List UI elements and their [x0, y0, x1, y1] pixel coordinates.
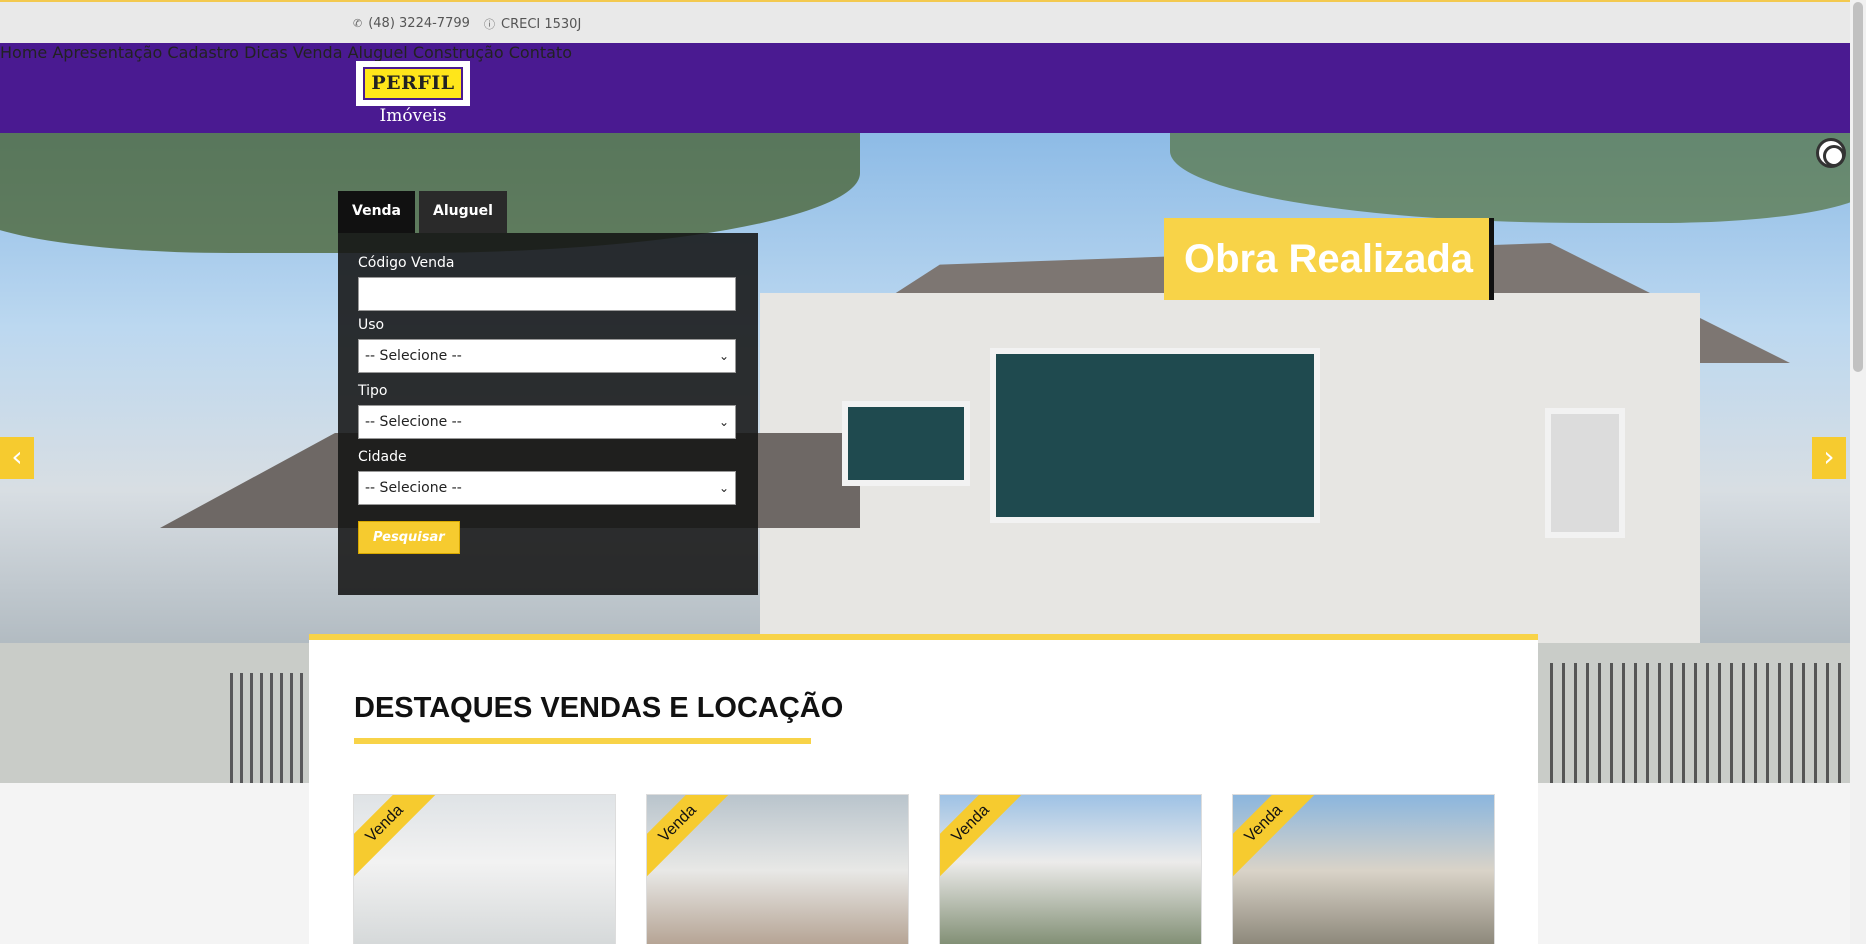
- hero-image-tree: [1170, 133, 1850, 223]
- cidade-selected-value: -- Selecione --: [365, 480, 462, 496]
- slider-prev-button[interactable]: ‹: [0, 437, 34, 479]
- nav-apresentacao[interactable]: Apresentação: [52, 43, 162, 62]
- nav-cadastro[interactable]: Cadastro: [167, 43, 239, 62]
- slider-next-button[interactable]: ›: [1812, 437, 1846, 479]
- tipo-label: Tipo: [358, 383, 388, 399]
- scrollbar-thumb[interactable]: [1853, 2, 1863, 372]
- logo[interactable]: PERFIL: [356, 61, 470, 106]
- hero-image-window: [842, 401, 970, 486]
- uso-label: Uso: [358, 317, 385, 333]
- slider-indicator-icon[interactable]: [1816, 138, 1846, 168]
- search-button[interactable]: Pesquisar: [358, 521, 460, 554]
- site-header: PERFIL Imóveis Home Apresentação Cadastr…: [0, 43, 1850, 133]
- phone-info: ✆ (48) 3224-7799: [353, 16, 470, 31]
- featured-section: DESTAQUES VENDAS E LOCAÇÃO Venda Venda V…: [309, 634, 1538, 944]
- featured-title-underline: [354, 738, 811, 744]
- phone-number: (48) 3224-7799: [368, 16, 470, 31]
- nav-aluguel[interactable]: Aluguel: [348, 43, 408, 62]
- property-card[interactable]: Venda: [939, 794, 1202, 944]
- info-icon: ⓘ: [484, 18, 495, 31]
- hero-image-fence: [1550, 663, 1850, 783]
- tab-aluguel[interactable]: Aluguel: [419, 191, 507, 233]
- hero-image-window: [990, 348, 1320, 523]
- logo-subtitle: Imóveis: [356, 106, 470, 128]
- creci-info: ⓘ CRECI 1530J: [484, 16, 581, 32]
- featured-title: DESTAQUES VENDAS E LOCAÇÃO: [354, 692, 844, 724]
- chevron-down-icon: ⌄: [718, 481, 729, 495]
- property-card[interactable]: Venda: [353, 794, 616, 944]
- nav-contato[interactable]: Contato: [509, 43, 572, 62]
- cidade-select[interactable]: -- Selecione -- ⌄: [358, 471, 736, 505]
- nav-venda[interactable]: Venda: [293, 43, 343, 62]
- top-bar: ✆ (48) 3224-7799 ⓘ CRECI 1530J: [0, 0, 1850, 43]
- tipo-select[interactable]: -- Selecione -- ⌄: [358, 405, 736, 439]
- search-tabs: Venda Aluguel: [338, 191, 507, 233]
- creci-number: CRECI 1530J: [501, 16, 582, 32]
- nav-home[interactable]: Home: [0, 43, 47, 62]
- nav-dicas[interactable]: Dicas: [244, 43, 288, 62]
- nav-construcao[interactable]: Construção: [413, 43, 504, 62]
- page-scrollbar[interactable]: [1850, 0, 1866, 944]
- codigo-venda-input[interactable]: [358, 277, 736, 311]
- chevron-down-icon: ⌄: [718, 349, 729, 363]
- hero-image-window: [1545, 408, 1625, 538]
- chevron-down-icon: ⌄: [718, 415, 729, 429]
- tipo-selected-value: -- Selecione --: [365, 414, 462, 430]
- tab-venda[interactable]: Venda: [338, 191, 415, 233]
- property-card[interactable]: Venda: [646, 794, 909, 944]
- hero-caption-badge: Obra Realizada: [1164, 218, 1494, 300]
- search-panel: Código Venda Uso -- Selecione -- ⌄ Tipo …: [338, 233, 758, 595]
- property-card[interactable]: Venda: [1232, 794, 1495, 944]
- phone-icon: ✆: [353, 17, 363, 30]
- uso-select[interactable]: -- Selecione -- ⌄: [358, 339, 736, 373]
- logo-text: PERFIL: [363, 67, 463, 100]
- cidade-label: Cidade: [358, 449, 407, 465]
- uso-selected-value: -- Selecione --: [365, 348, 462, 364]
- codigo-venda-label: Código Venda: [358, 255, 455, 271]
